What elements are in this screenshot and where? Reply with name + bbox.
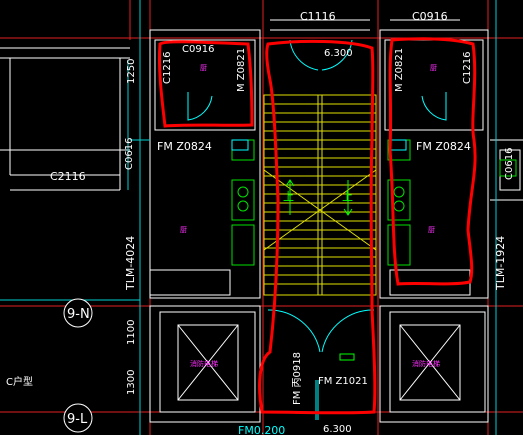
elevation-bottom: 6.300 <box>323 424 352 435</box>
unit-type-label: C户型 <box>6 375 33 388</box>
room-tag-kitchen-left: 厨 <box>180 226 187 234</box>
fm-label-bottom-right: FM Z1021 <box>318 376 368 387</box>
dimension-left-bottom: 1300 <box>126 370 137 395</box>
door-label-right-inner: M Z0821 <box>394 48 405 92</box>
room-tag-kitchen-right: 厨 <box>428 226 435 234</box>
stair-treads <box>263 94 377 296</box>
label-bottom-partial: FM0.200 <box>238 424 285 435</box>
floor-plan-canvas: C1116 C0916 C0916 C1216 C1216 M Z0821 M … <box>0 0 523 435</box>
stair-arrows <box>285 179 355 361</box>
fm-label-bottom-left: FM 丙0918 <box>292 352 303 405</box>
axis-label-9n: 9-N <box>67 307 90 322</box>
fm-label-left: FM Z0824 <box>157 140 212 153</box>
room-tag-left: 厨 <box>200 64 207 72</box>
tlm-label-left: TLM-4024 <box>124 236 137 291</box>
door-label-left-inner: M Z0821 <box>236 48 247 92</box>
markup-stair <box>258 39 377 415</box>
axis-label-9l: 9-L <box>67 412 88 427</box>
elevator-label-right: 消防电梯 <box>412 359 440 368</box>
elevator-label-left: 消防电梯 <box>190 359 218 368</box>
dimension-left-top: 1250 <box>126 59 137 84</box>
room-tag-right: 厨 <box>430 64 437 72</box>
dimension-left-mid: 1100 <box>126 320 137 345</box>
stair-up-right: 上 <box>342 190 353 203</box>
window-label-side-right: C1216 <box>462 52 473 84</box>
window-label-top-center: C1116 <box>300 10 336 23</box>
window-label-side-left: C1216 <box>162 52 173 84</box>
window-label-top-right: C0916 <box>412 10 448 23</box>
secondary-lines <box>0 0 497 435</box>
stair-elevation-top: 6.300 <box>324 48 353 59</box>
stair-up-left: 上 <box>283 190 294 203</box>
tlm-label-right: TLM-1924 <box>494 236 507 291</box>
window-label-bottom-left: C2116 <box>50 170 86 183</box>
fm-label-right: FM Z0824 <box>416 140 471 153</box>
window-label-room-left: C0916 <box>182 44 214 55</box>
floor-plan-drawing: C1116 C0916 C0916 C1216 C1216 M Z0821 M … <box>0 0 523 435</box>
window-label-small-left: C0616 <box>124 138 135 170</box>
window-label-small-right: C0616 <box>504 148 515 180</box>
